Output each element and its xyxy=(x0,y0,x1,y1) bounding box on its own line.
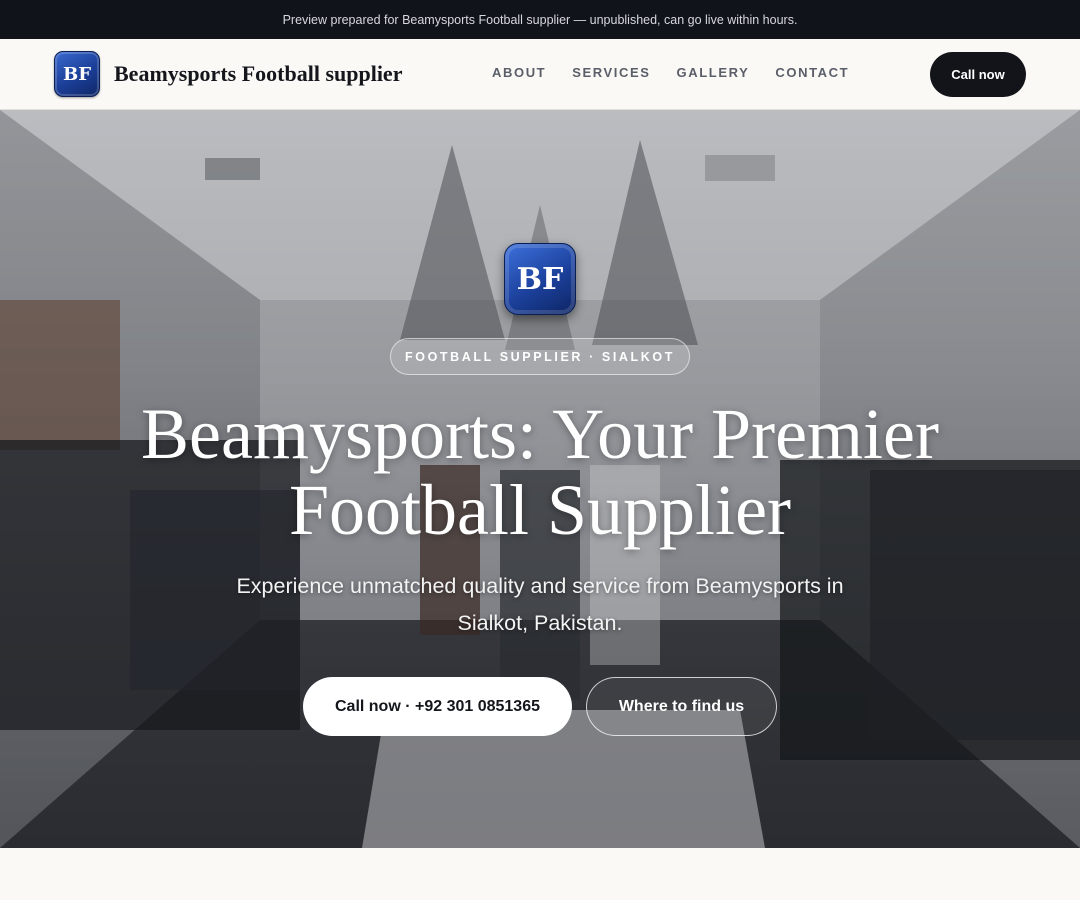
preview-banner: Preview prepared for Beamysports Footbal… xyxy=(0,0,1080,39)
main-nav: ABOUT SERVICES GALLERY CONTACT xyxy=(492,65,875,80)
call-now-button[interactable]: Call now xyxy=(930,52,1026,97)
hero-subheadline: Experience unmatched quality and service… xyxy=(236,574,844,635)
hero-kicker-badge: FOOTBALL SUPPLIER · SIALKOT xyxy=(390,338,690,375)
brand-logo[interactable]: BF xyxy=(54,51,100,97)
preview-banner-text: Preview prepared for Beamysports Footbal… xyxy=(282,12,798,27)
brand[interactable]: BF Beamysports Football supplier xyxy=(54,51,402,97)
site-header: BF Beamysports Football supplier ABOUT S… xyxy=(0,39,1080,110)
hero-logo: BF xyxy=(504,243,576,315)
nav-gallery[interactable]: GALLERY xyxy=(677,65,750,80)
find-us-button[interactable]: Where to find us xyxy=(586,677,777,736)
hero-headline: Beamysports: Your Premier Football Suppl… xyxy=(141,394,939,550)
call-phone-button[interactable]: Call now · +92 301 0851365 xyxy=(303,677,572,736)
hero-section: BF FOOTBALL SUPPLIER · SIALKOT Beamyspor… xyxy=(0,110,1080,848)
nav-services[interactable]: SERVICES xyxy=(572,65,650,80)
nav-about[interactable]: ABOUT xyxy=(492,65,546,80)
brand-name[interactable]: Beamysports Football supplier xyxy=(114,61,402,87)
nav-contact[interactable]: CONTACT xyxy=(775,65,849,80)
